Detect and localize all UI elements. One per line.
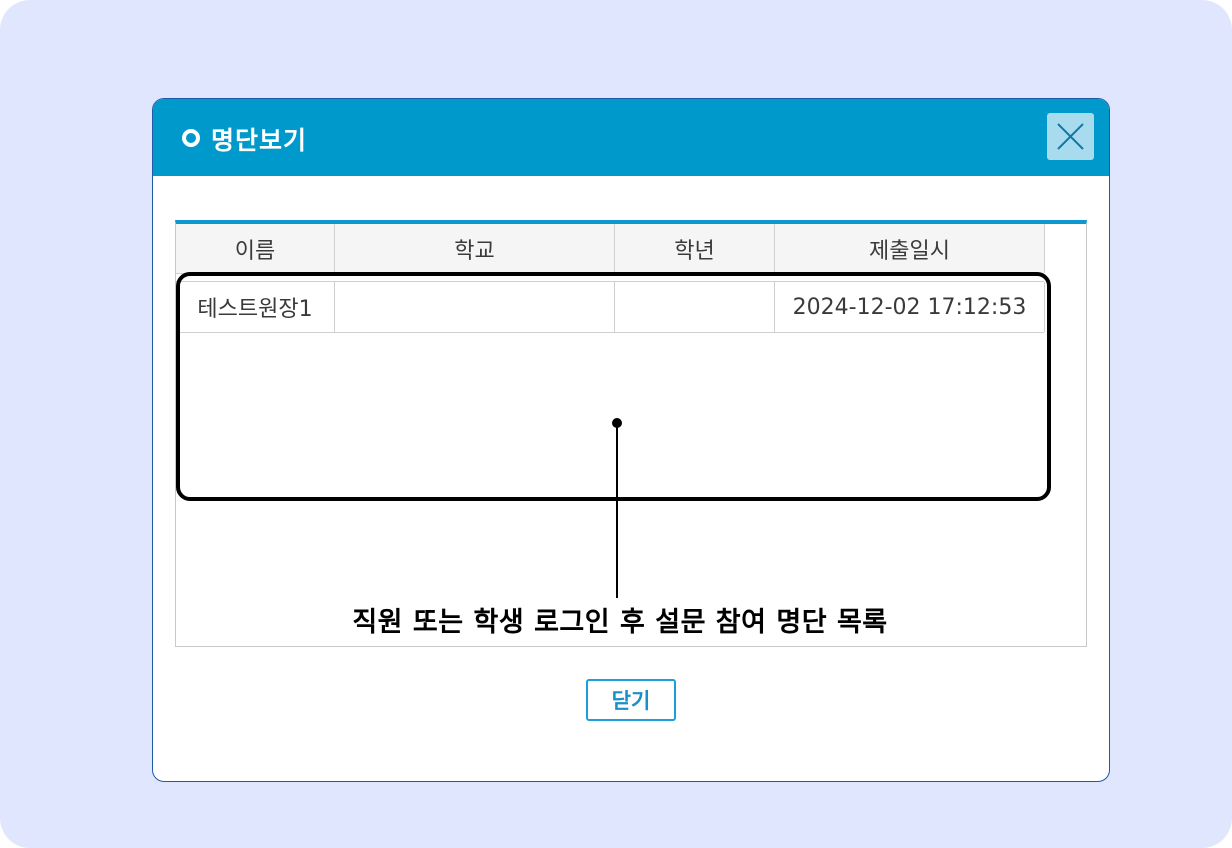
close-button[interactable]: 닫기 (586, 679, 676, 721)
column-header-school[interactable]: 학교 (335, 224, 615, 273)
dialog-title: 명단보기 (211, 126, 308, 155)
title-bullet-icon (182, 129, 200, 147)
annotation-caption: 직원 또는 학생 로그인 후 설문 참여 명단 목록 (352, 607, 888, 638)
dialog-titlebar: 명단보기 (153, 99, 1109, 176)
close-icon (1057, 123, 1084, 150)
table-header-row: 이름 학교 학년 제출일시 (176, 224, 1045, 274)
column-header-submitted-at[interactable]: 제출일시 (775, 224, 1045, 273)
close-x-button[interactable] (1047, 113, 1094, 160)
column-header-name[interactable]: 이름 (176, 224, 335, 273)
column-header-grade[interactable]: 학년 (615, 224, 775, 273)
annotation-highlight-box (176, 272, 1051, 501)
annotation-pointer-line (616, 423, 618, 598)
